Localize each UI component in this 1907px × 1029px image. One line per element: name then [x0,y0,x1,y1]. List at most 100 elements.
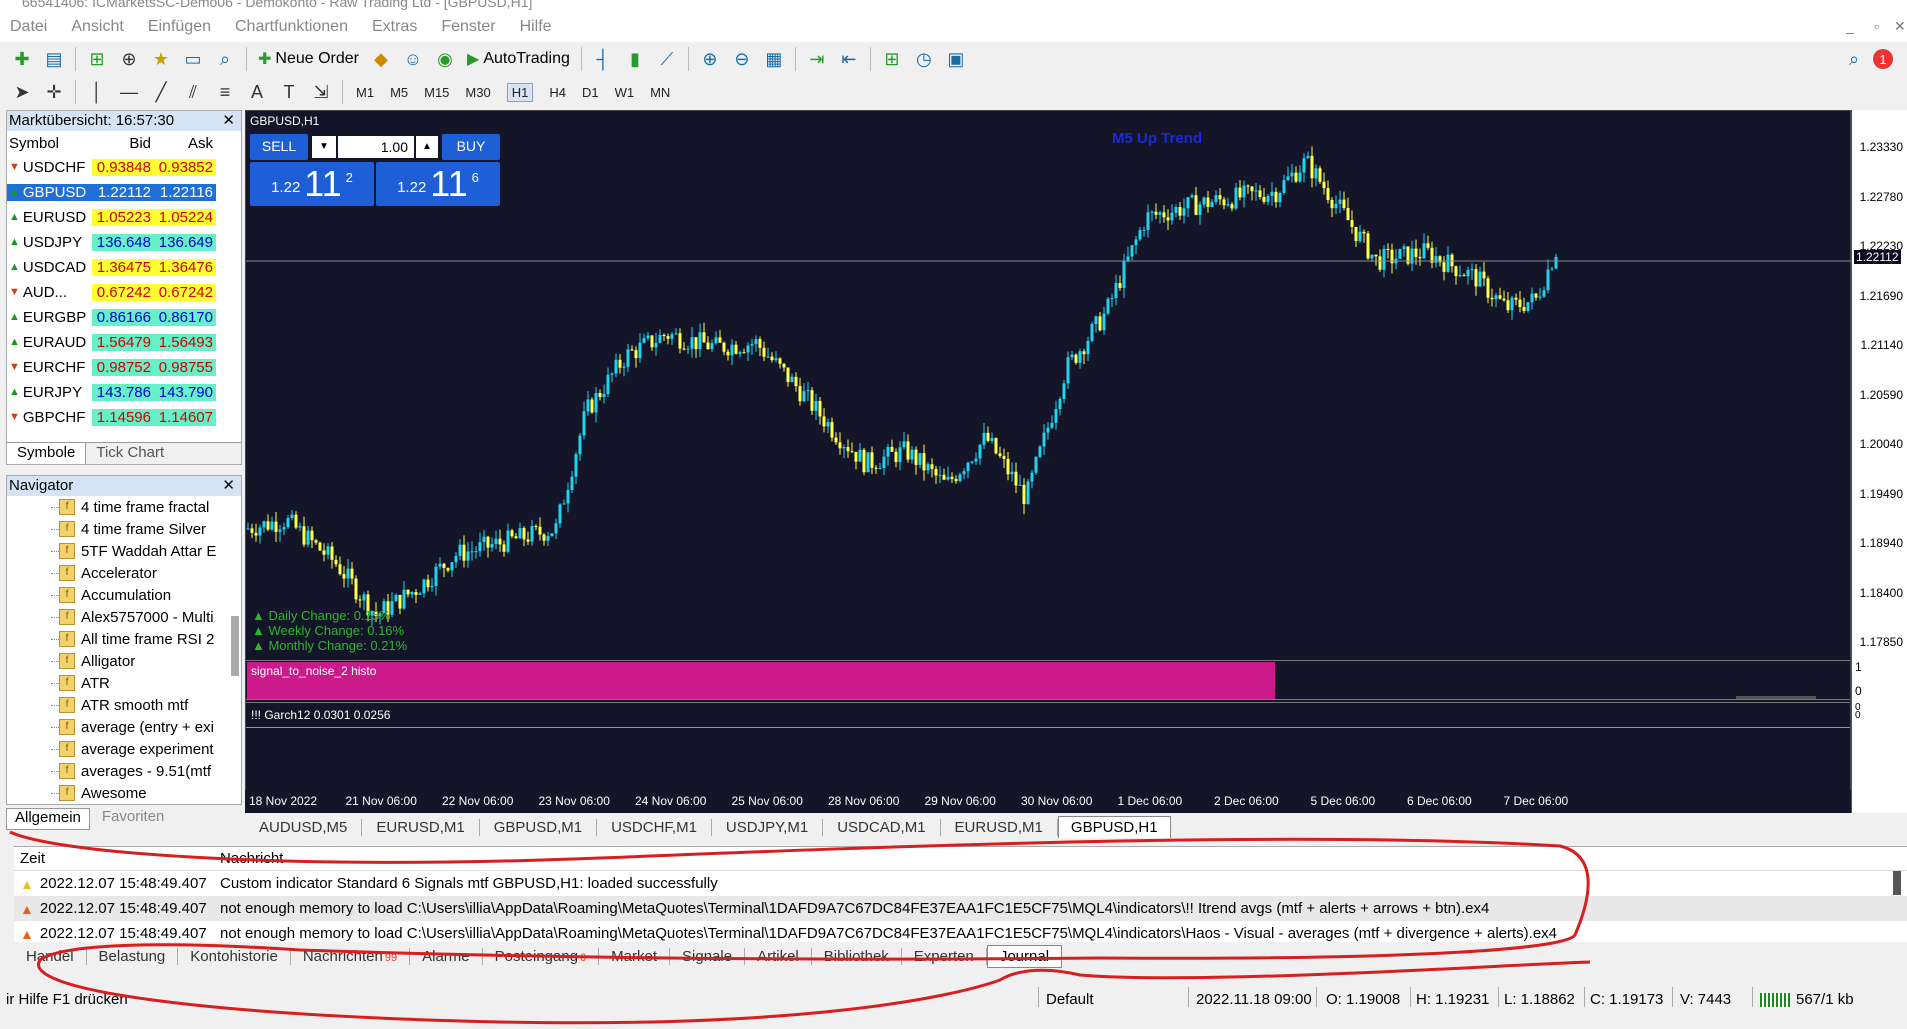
timeframe-m5[interactable]: M5 [390,85,408,100]
price-axis[interactable]: 1.23330 1.22780 1.22230 1.21690 1.21140 1.205… [1851,110,1907,813]
terminal-tab-experten[interactable]: Experten [902,947,987,965]
journal-scrollbar[interactable] [1893,871,1901,895]
column-symbol[interactable]: Symbol [7,135,92,152]
navigator-indicator-item[interactable]: f average experiment [7,738,241,760]
terminal-tab-artikel[interactable]: Artikel [745,947,812,965]
horizontal-line-icon[interactable]: — [116,79,142,105]
crosshair-icon[interactable]: ✛ [41,79,67,105]
lot-down-icon[interactable]: ▼ [312,136,336,158]
navigator-indicator-item[interactable]: f Awesome [7,782,241,804]
profiles-icon[interactable]: ▤ [41,46,67,72]
terminal-icon[interactable]: ▭ [180,46,206,72]
chart-tab[interactable]: GBPUSD,H1 [1057,816,1171,838]
cursor-icon[interactable]: ➤ [9,79,35,105]
indicators-icon[interactable]: ⊞ [879,46,905,72]
navigator-indicator-item[interactable]: f 5TF Waddah Attar E [7,540,241,562]
indicator-window-2[interactable]: !!! Garch12 0.0301 0.0256 [246,702,1850,728]
navigator-scrollbar[interactable] [231,616,239,676]
column-bid[interactable]: Bid [92,135,154,152]
zoom-out-icon[interactable]: ⊖ [729,46,755,72]
data-window-icon[interactable]: ⊕ [116,46,142,72]
community-icon[interactable]: ☺ [400,46,426,72]
menu-einfuegen[interactable]: Einfügen [148,18,211,36]
chart-tab[interactable]: USDCHF,M1 [597,818,712,836]
restore-icon[interactable]: ▫ [1874,18,1879,34]
timeframe-d1[interactable]: D1 [582,85,599,100]
column-nachricht[interactable]: Nachricht [216,850,1907,867]
new-chart-icon[interactable]: ✚ [9,46,35,72]
chart-tab[interactable]: AUDUSD,M5 [245,818,363,836]
navigator-indicator-item[interactable]: f 4 time frame fractal [7,496,241,518]
menu-chartfunktionen[interactable]: Chartfunktionen [235,18,348,36]
timeframe-h1[interactable]: H1 [506,82,534,102]
market-watch-row[interactable]: ▼ GBPCHF 1.14596 1.14607 [7,405,241,430]
search-icon[interactable]: ⌕ [1841,46,1867,72]
column-zeit[interactable]: Zeit [14,850,216,867]
indicator-window-1[interactable]: signal_to_noise_2 histo [246,660,1850,700]
menu-datei[interactable]: Datei [10,18,47,36]
new-order-button[interactable]: ✚ Neue Order [258,49,359,69]
market-watch-row[interactable]: ▼ USDCHF 0.93848 0.93852 [7,155,241,180]
candlestick-icon[interactable]: ▮ [622,46,648,72]
minimize-icon[interactable]: _ [1846,18,1854,34]
signals-icon[interactable]: ◉ [432,46,458,72]
bar-chart-icon[interactable]: ┤ [590,46,616,72]
market-watch-row[interactable]: ▲ EURAUD 1.56479 1.56493 [7,330,241,355]
close-icon[interactable]: ✕ [222,111,235,131]
terminal-tab-alarme[interactable]: Alarme [410,947,483,965]
chart-tab[interactable]: EURUSD,M1 [941,818,1058,836]
lot-up-icon[interactable]: ▲ [416,136,438,158]
terminal-tab-journal[interactable]: Journal [986,944,1063,968]
autoscroll-icon[interactable]: ⇥ [804,46,830,72]
lot-size-input[interactable]: 1.00 [338,136,414,158]
timeframe-mn[interactable]: MN [650,85,670,100]
timeframe-h4[interactable]: H4 [549,85,566,100]
journal-row[interactable]: ▲ 2022.12.07 15:48:49.407 not enough memor… [14,896,1907,921]
menu-fenster[interactable]: Fenster [441,18,495,36]
timeframe-m30[interactable]: M30 [465,85,490,100]
time-axis[interactable]: 18 Nov 2022 21 Nov 06:00 22 Nov 06:00 23 No… [245,790,1851,813]
chart-tab[interactable]: GBPUSD,M1 [480,818,598,836]
market-watch-row[interactable]: ▲ GBPUSD 1.22112 1.22116 [7,180,241,205]
strategy-tester-icon[interactable]: ⌕ [212,46,238,72]
timeframe-m1[interactable]: M1 [356,85,374,100]
navigator-indicator-item[interactable]: f ATR smooth mtf [7,694,241,716]
buy-price-button[interactable]: 1.22 11 6 [376,162,500,206]
templates-icon[interactable]: ▣ [943,46,969,72]
line-chart-icon[interactable]: ⟋ [654,46,680,72]
market-watch-row[interactable]: ▲ EURGBP 0.86166 0.86170 [7,305,241,330]
sell-button[interactable]: SELL [250,134,308,160]
vertical-line-icon[interactable]: │ [84,79,110,105]
navigator-indicator-item[interactable]: f Alex5757000 - Multi [7,606,241,628]
market-watch-row[interactable]: ▼ EURCHF 0.98752 0.98755 [7,355,241,380]
terminal-tab-belastung[interactable]: Belastung [87,947,179,965]
close-icon[interactable]: ✕ [1894,18,1906,35]
autotrading-button[interactable]: ▶ AutoTrading [467,49,570,69]
chart-tab[interactable]: USDCAD,M1 [823,818,941,836]
tab-tick-chart[interactable]: Tick Chart [86,443,174,464]
close-icon[interactable]: ✕ [222,476,235,496]
sell-price-button[interactable]: 1.22 11 2 [250,162,374,206]
tab-allgemein[interactable]: Allgemein [6,808,90,830]
market-watch-icon[interactable]: ⊞ [84,46,110,72]
market-watch-row[interactable]: ▲ EURJPY 143.786 143.790 [7,380,241,405]
terminal-tab-kontohistorie[interactable]: Kontohistorie [178,947,291,965]
market-watch-row[interactable]: ▼ AUD... 0.67242 0.67242 [7,280,241,305]
zoom-in-icon[interactable]: ⊕ [697,46,723,72]
navigator-icon[interactable]: ★ [148,46,174,72]
navigator-indicator-item[interactable]: f All time frame RSI 2 [7,628,241,650]
fibonacci-icon[interactable]: ≡ [212,79,238,105]
tab-symbole[interactable]: Symbole [7,443,87,464]
navigator-indicator-item[interactable]: f averages - 9.51(mtf [7,760,241,782]
arrows-icon[interactable]: ⇲ [308,79,334,105]
terminal-tab-posteingang[interactable]: Posteingang 6 [483,947,600,965]
navigator-indicator-item[interactable]: f ATR [7,672,241,694]
tile-windows-icon[interactable]: ▦ [761,46,787,72]
market-watch-row[interactable]: ▲ USDJPY 136.648 136.649 [7,230,241,255]
terminal-tab-signale[interactable]: Signale [670,947,746,965]
terminal-tab-market[interactable]: Market [599,947,671,965]
menu-hilfe[interactable]: Hilfe [520,18,552,36]
periods-icon[interactable]: ◷ [911,46,937,72]
navigator-indicator-item[interactable]: f Accumulation [7,584,241,606]
navigator-indicator-item[interactable]: f Accelerator [7,562,241,584]
